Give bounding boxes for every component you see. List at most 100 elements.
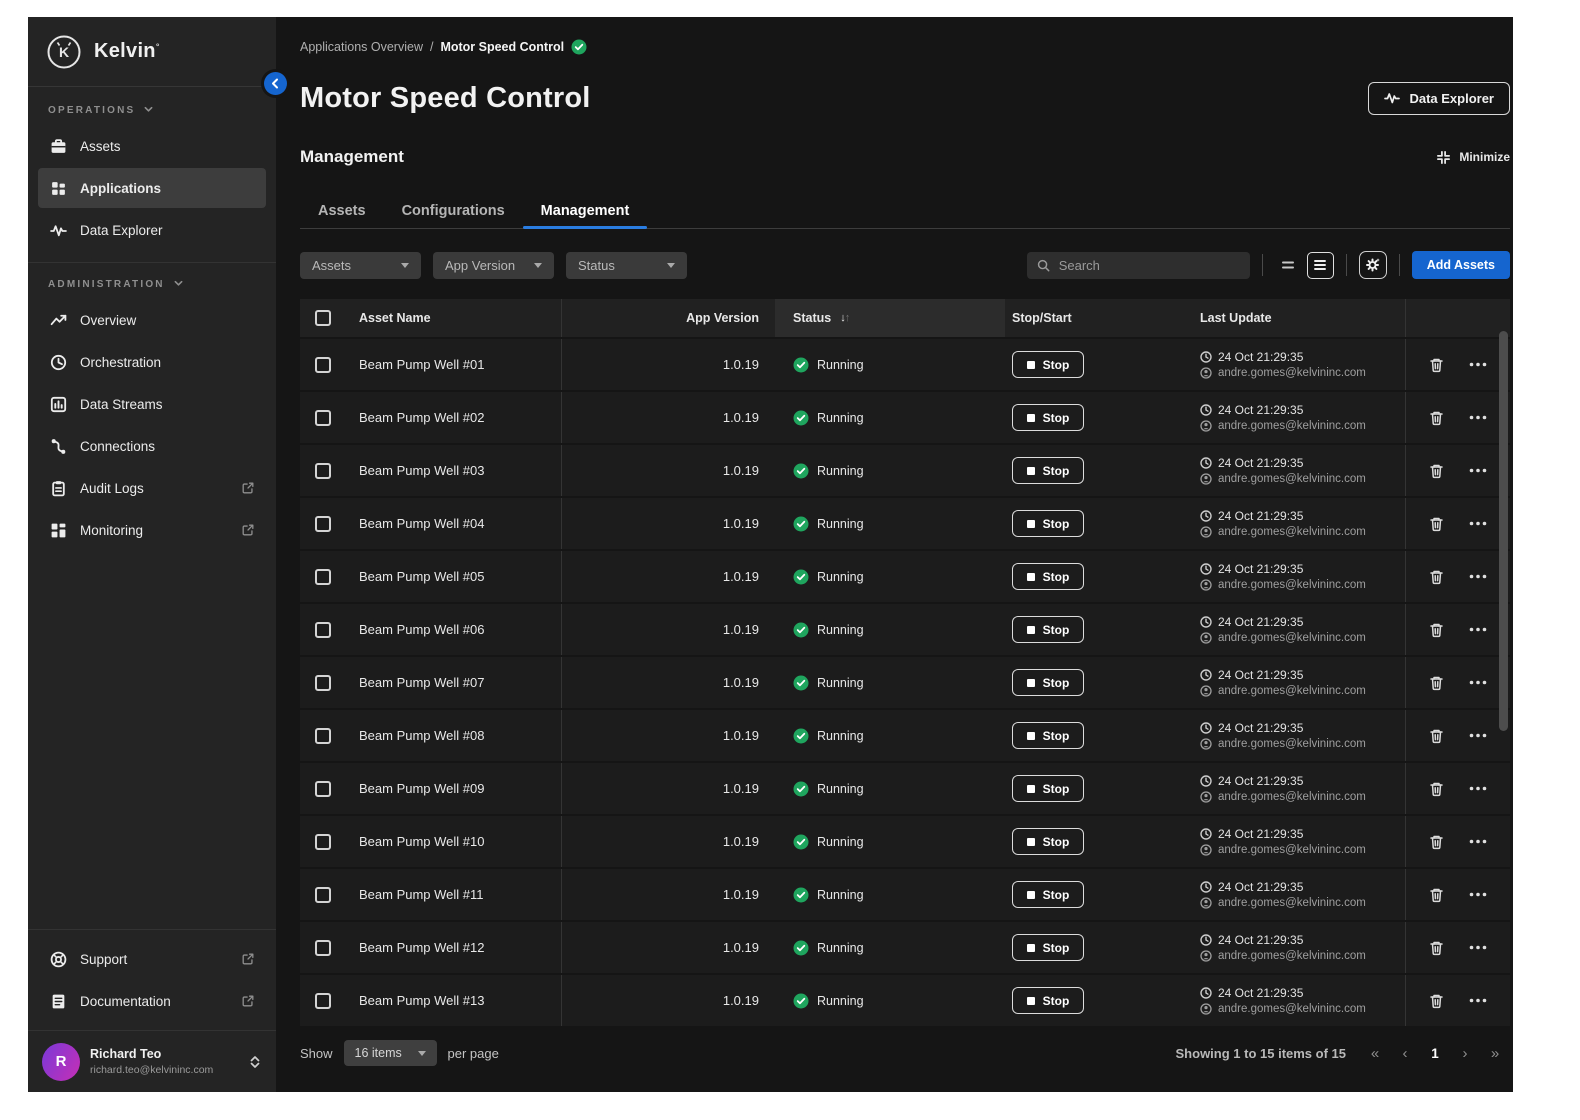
table-body: Beam Pump Well #01 1.0.19 Running Stop 2… xyxy=(300,337,1510,1026)
next-page-button[interactable]: › xyxy=(1450,1045,1480,1062)
breadcrumb-parent-link[interactable]: Applications Overview xyxy=(300,40,423,54)
delete-button[interactable] xyxy=(1429,675,1444,691)
app-version: 1.0.19 xyxy=(722,410,759,425)
sidebar-item-data-explorer[interactable]: Data Explorer xyxy=(38,210,266,250)
page-size-dropdown[interactable]: 16 items xyxy=(343,1040,437,1066)
more-actions-button[interactable] xyxy=(1469,839,1487,844)
delete-button[interactable] xyxy=(1429,993,1444,1009)
stop-button[interactable]: Stop xyxy=(1012,510,1084,537)
stop-button[interactable]: Stop xyxy=(1012,934,1084,961)
sidebar-item-monitoring[interactable]: Monitoring xyxy=(38,510,266,550)
last-update-time: 24 Oct 21:29:35 xyxy=(1218,615,1304,629)
compact-view-button[interactable] xyxy=(1275,252,1302,279)
add-assets-button[interactable]: Add Assets xyxy=(1411,251,1510,279)
search-input[interactable] xyxy=(1056,256,1240,274)
row-checkbox[interactable] xyxy=(315,780,331,797)
stop-button[interactable]: Stop xyxy=(1012,404,1084,431)
more-actions-button[interactable] xyxy=(1469,468,1487,473)
delete-button[interactable] xyxy=(1429,622,1444,638)
sidebar-item-applications[interactable]: Applications xyxy=(38,168,266,208)
stop-button[interactable]: Stop xyxy=(1012,669,1084,696)
more-actions-button[interactable] xyxy=(1469,733,1487,738)
chevron-down-icon xyxy=(401,262,409,268)
sidebar-item-connections[interactable]: Connections xyxy=(38,426,266,466)
select-all-checkbox[interactable] xyxy=(315,310,331,326)
more-actions-button[interactable] xyxy=(1469,786,1487,791)
stop-button[interactable]: Stop xyxy=(1012,351,1084,378)
stop-button[interactable]: Stop xyxy=(1012,563,1084,590)
delete-button[interactable] xyxy=(1429,940,1444,956)
sidebar-section-header[interactable]: OPERATIONS xyxy=(28,89,276,124)
delete-button[interactable] xyxy=(1429,463,1444,479)
row-checkbox[interactable] xyxy=(315,727,331,744)
clock-icon xyxy=(1200,404,1212,416)
stop-button[interactable]: Stop xyxy=(1012,457,1084,484)
more-actions-button[interactable] xyxy=(1469,892,1487,897)
clock-icon xyxy=(1200,510,1212,522)
current-page[interactable]: 1 xyxy=(1420,1046,1450,1061)
sidebar-section-header[interactable]: ADMINISTRATION xyxy=(28,263,276,298)
table-settings-button[interactable] xyxy=(1358,251,1387,279)
last-update-time: 24 Oct 21:29:35 xyxy=(1218,562,1304,576)
delete-button[interactable] xyxy=(1429,357,1444,373)
more-actions-button[interactable] xyxy=(1469,680,1487,685)
sidebar-item-orchestration[interactable]: Orchestration xyxy=(38,342,266,382)
filter-assets-dropdown[interactable]: Assets xyxy=(300,251,421,279)
stop-button[interactable]: Stop xyxy=(1012,775,1084,802)
sidebar-item-audit-logs[interactable]: Audit Logs xyxy=(38,468,266,508)
sidebar-item-overview[interactable]: Overview xyxy=(38,300,266,340)
more-actions-button[interactable] xyxy=(1469,574,1487,579)
row-checkbox[interactable] xyxy=(315,568,331,585)
more-actions-button[interactable] xyxy=(1469,627,1487,632)
more-actions-button[interactable] xyxy=(1469,521,1487,526)
filter-status-dropdown[interactable]: Status xyxy=(566,251,687,279)
last-page-button[interactable]: » xyxy=(1480,1045,1510,1062)
more-actions-button[interactable] xyxy=(1469,362,1487,367)
delete-button[interactable] xyxy=(1429,781,1444,797)
row-checkbox[interactable] xyxy=(315,409,331,426)
first-page-button[interactable]: « xyxy=(1360,1045,1390,1062)
sidebar-item-data-streams[interactable]: Data Streams xyxy=(38,384,266,424)
stop-button[interactable]: Stop xyxy=(1012,828,1084,855)
profile-expander-icon[interactable] xyxy=(248,1054,262,1070)
tab-management[interactable]: Management xyxy=(522,203,648,229)
stop-button[interactable]: Stop xyxy=(1012,987,1084,1014)
tab-configurations[interactable]: Configurations xyxy=(384,203,523,228)
sidebar-item-support[interactable]: Support xyxy=(38,939,266,979)
data-explorer-button[interactable]: Data Explorer xyxy=(1368,81,1510,115)
stop-button[interactable]: Stop xyxy=(1012,722,1084,749)
row-checkbox[interactable] xyxy=(315,674,331,691)
sidebar-collapse-button[interactable] xyxy=(264,72,287,95)
more-actions-button[interactable] xyxy=(1469,945,1487,950)
filter-app-version-dropdown[interactable]: App Version xyxy=(433,251,554,279)
row-checkbox[interactable] xyxy=(315,462,331,479)
more-actions-button[interactable] xyxy=(1469,415,1487,420)
delete-button[interactable] xyxy=(1429,834,1444,850)
tab-assets[interactable]: Assets xyxy=(300,203,384,228)
delete-button[interactable] xyxy=(1429,569,1444,585)
more-actions-button[interactable] xyxy=(1469,998,1487,1003)
delete-button[interactable] xyxy=(1429,516,1444,532)
previous-page-button[interactable]: ‹ xyxy=(1390,1045,1420,1062)
sidebar-item-label: Monitoring xyxy=(80,522,144,538)
row-checkbox[interactable] xyxy=(315,621,331,638)
row-checkbox[interactable] xyxy=(315,992,331,1009)
sidebar-item-documentation[interactable]: Documentation xyxy=(38,981,266,1021)
app-version: 1.0.19 xyxy=(722,834,759,849)
delete-button[interactable] xyxy=(1429,887,1444,903)
stop-button[interactable]: Stop xyxy=(1012,616,1084,643)
row-checkbox[interactable] xyxy=(315,886,331,903)
table-scrollbar-thumb[interactable] xyxy=(1499,331,1508,731)
row-checkbox[interactable] xyxy=(315,356,331,373)
sidebar-item-assets[interactable]: Assets xyxy=(38,126,266,166)
list-view-button[interactable] xyxy=(1306,251,1334,279)
stop-button[interactable]: Stop xyxy=(1012,881,1084,908)
row-checkbox[interactable] xyxy=(315,833,331,850)
delete-button[interactable] xyxy=(1429,728,1444,744)
delete-button[interactable] xyxy=(1429,410,1444,426)
user-profile[interactable]: R Richard Teo richard.teo@kelvininc.com xyxy=(28,1030,276,1092)
row-checkbox[interactable] xyxy=(315,515,331,532)
minimize-button[interactable]: Minimize xyxy=(1436,150,1510,165)
row-checkbox[interactable] xyxy=(315,939,331,956)
column-status-sortable[interactable]: Status ↓ ↑ xyxy=(775,299,1005,337)
